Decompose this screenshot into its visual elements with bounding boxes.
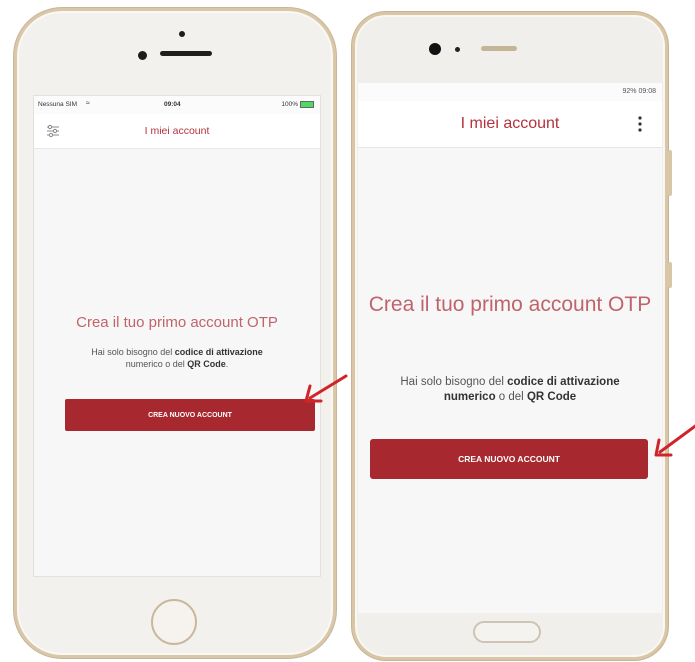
volume-key: [668, 150, 672, 196]
wifi-icon: ≈: [86, 100, 90, 107]
front-camera: [138, 51, 147, 60]
home-button[interactable]: [151, 599, 197, 645]
create-account-button[interactable]: CREA NUOVO ACCOUNT: [370, 439, 648, 479]
status-info: 92% 09:08: [622, 88, 656, 95]
light-sensor: [455, 47, 460, 52]
home-button[interactable]: [473, 621, 541, 643]
android-device: 92% 09:08 I miei account Crea il tuo pri…: [352, 12, 668, 660]
android-screen: 92% 09:08 I miei account Crea il tuo pri…: [358, 83, 662, 613]
iphone-device: Nessuna SIM ≈ 09:04 100% I miei account …: [14, 8, 336, 658]
carrier-label: Nessuna SIM: [38, 101, 78, 108]
proximity-sensor: [179, 31, 185, 37]
arrow-pointer-icon: [304, 374, 348, 403]
page-title: I miei account: [144, 125, 210, 137]
arrow-pointer-icon: [654, 424, 695, 457]
more-vertical-icon[interactable]: [638, 116, 642, 132]
battery-icon: [300, 101, 314, 108]
empty-state-headline: Crea il tuo primo account OTP: [76, 314, 278, 331]
status-bar: Nessuna SIM ≈ 09:04 100%: [34, 96, 320, 114]
front-camera: [429, 43, 441, 55]
app-header: I miei account: [358, 101, 662, 148]
iphone-screen: Nessuna SIM ≈ 09:04 100% I miei account …: [33, 95, 321, 577]
create-account-button[interactable]: CREA NUOVO ACCOUNT: [65, 399, 315, 431]
empty-state-description: Hai solo bisogno del codice di attivazio…: [91, 347, 263, 369]
status-bar: 92% 09:08: [358, 83, 662, 101]
page-title: I miei account: [460, 115, 560, 132]
power-key: [668, 262, 672, 288]
empty-state-headline: Crea il tuo primo account OTP: [368, 293, 652, 316]
battery-percent: 100%: [281, 101, 298, 108]
earpiece-speaker: [160, 51, 212, 56]
status-time: 09:04: [164, 101, 181, 108]
empty-state-description: Hai solo bisogno del codice di attivazio…: [400, 376, 620, 403]
earpiece-speaker: [481, 46, 517, 51]
app-header: I miei account: [34, 114, 320, 149]
